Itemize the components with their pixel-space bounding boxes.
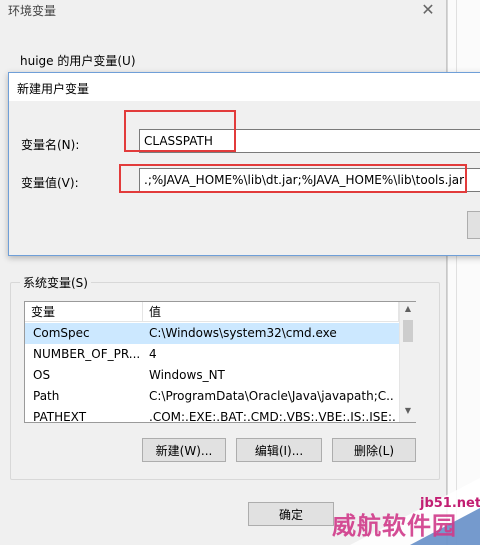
variable-name-label: 变量名(N): xyxy=(21,138,80,152)
system-variables-label: 系统变量(S) xyxy=(20,274,91,291)
column-header-variable[interactable]: 变量 xyxy=(25,302,143,322)
row-variable-name: OS xyxy=(33,368,51,382)
scroll-down-icon[interactable]: ▼ xyxy=(400,406,416,418)
close-icon[interactable]: ✕ xyxy=(418,0,438,20)
row-variable-value: .COM;.EXE;.BAT;.CMD;.VBS;.VBE;.JS;.JSE;.… xyxy=(149,410,395,421)
dialog-title: 新建用户变量 xyxy=(17,82,90,96)
row-variable-name: Path xyxy=(33,389,60,403)
column-header-value[interactable]: 值 xyxy=(143,302,399,322)
row-variable-name: ComSpec xyxy=(33,326,90,340)
scroll-thumb[interactable] xyxy=(403,320,413,342)
system-variables-table[interactable]: 变量 值 ComSpec C:\Windows\system32\cmd.exe… xyxy=(24,301,416,423)
new-system-variable-button[interactable]: 新建(W)... xyxy=(142,438,226,462)
row-variable-name: NUMBER_OF_PR... xyxy=(33,347,141,361)
user-variables-label: huige 的用户变量(U) xyxy=(20,54,136,68)
table-row[interactable]: ComSpec C:\Windows\system32\cmd.exe xyxy=(25,323,399,344)
watermark-text: 威航软件园 xyxy=(332,512,457,540)
vertical-scrollbar[interactable]: ▲ ▼ xyxy=(399,302,416,422)
row-variable-value: 4 xyxy=(149,347,157,361)
row-variable-name: PATHEXT xyxy=(33,410,87,421)
highlight-box-name xyxy=(124,110,236,152)
edit-system-variable-button[interactable]: 编辑(I)... xyxy=(236,438,322,462)
table-row[interactable]: NUMBER_OF_PR... 4 xyxy=(25,344,399,365)
row-variable-value: Windows_NT xyxy=(149,368,225,382)
env-dialog-title: 环境变量 xyxy=(8,4,57,18)
table-row[interactable]: OS Windows_NT xyxy=(25,365,399,386)
delete-system-variable-button[interactable]: 删除(L) xyxy=(332,438,416,462)
ok-button[interactable]: 确定 xyxy=(248,502,334,526)
highlight-box-value xyxy=(119,164,467,193)
variable-value-label: 变量值(V): xyxy=(21,176,79,190)
row-variable-value: C:\ProgramData\Oracle\Java\javapath;C... xyxy=(149,389,395,403)
row-variable-value: C:\Windows\system32\cmd.exe xyxy=(149,326,337,340)
table-row[interactable]: PATHEXT .COM;.EXE;.BAT;.CMD;.VBS;.VBE;.J… xyxy=(25,407,399,421)
scroll-up-icon[interactable]: ▲ xyxy=(400,304,416,316)
table-row[interactable]: Path C:\ProgramData\Oracle\Java\javapath… xyxy=(25,386,399,407)
dialog-ok-button[interactable] xyxy=(467,211,480,239)
